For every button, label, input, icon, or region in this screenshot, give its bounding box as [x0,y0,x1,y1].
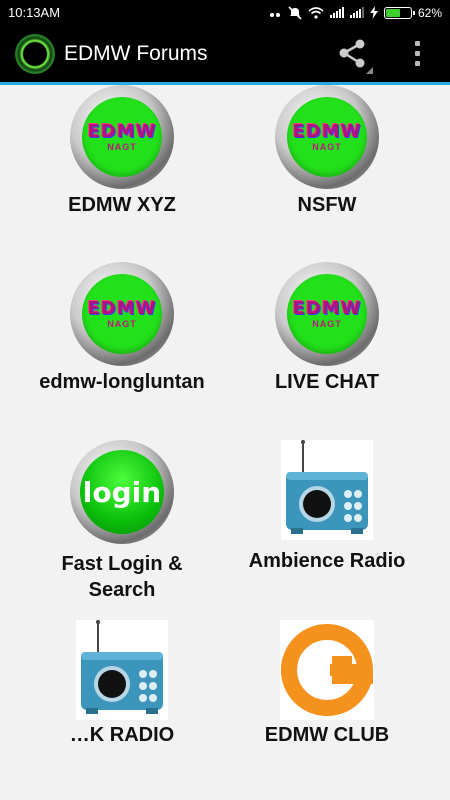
tile-edmw-xyz[interactable]: EDMW NAGT EDMW XYZ [17,85,227,218]
power-ring-icon [280,620,374,720]
tile-edmw-club[interactable]: EDMW CLUB [222,620,432,748]
badge-edmw-text: EDMW [87,298,157,319]
tile-edmw-longluntan[interactable]: EDMW NAGT edmw-longluntan [17,262,227,395]
login-badge-text: login [82,475,162,509]
badge-nagt-text: NAGT [107,319,137,329]
login-face: login [80,450,164,534]
notification-dots-icon [269,6,282,20]
signal-1-icon [329,7,344,18]
tile-nsfw[interactable]: EDMW NAGT NSFW [222,85,432,218]
badge-face: EDMW NAGT [287,97,367,177]
login-icon: login [70,440,174,544]
battery-icon [383,6,415,19]
tile-label: edmw-longluntan [39,371,205,393]
share-icon [339,39,373,74]
menu-dot [414,51,420,56]
badge-nagt-text: NAGT [312,142,342,152]
radio-icon [281,440,373,540]
edmw-badge-icon: EDMW NAGT [70,85,174,189]
tile-ambience-radio[interactable]: Ambience Radio [222,440,432,574]
status-bar: 10:13AM 62% [0,0,450,25]
tile-label: …K RADIO [69,724,175,746]
app-bar: EDMW Forums [0,25,450,85]
app-title: EDMW Forums [64,41,208,65]
badge-edmw-text: EDMW [292,121,362,142]
mute-icon [288,5,302,20]
edmw-badge-icon: EDMW NAGT [70,262,174,366]
overflow-menu-button[interactable] [410,39,424,69]
status-time: 10:13AM [8,5,61,20]
menu-dot [414,41,420,46]
tile-live-chat[interactable]: EDMW NAGT LIVE CHAT [222,262,432,395]
badge-face: EDMW NAGT [82,274,162,354]
edmw-badge-icon: EDMW NAGT [275,85,379,189]
badge-edmw-text: EDMW [87,121,157,142]
tile-fast-login[interactable]: login Fast Login & Search [17,440,227,603]
battery-percent: 62% [417,5,442,20]
share-button[interactable] [336,37,373,74]
radio-icon [76,620,168,720]
tile-label: Fast Login & Search [61,553,183,601]
battery-level [385,8,401,17]
tile-label: EDMW CLUB [264,724,390,746]
tile-label: Ambience Radio [248,550,406,572]
signal-2-icon [349,7,364,18]
tile-radio[interactable]: …K RADIO [17,620,227,748]
tile-label: NSFW [297,194,357,216]
badge-nagt-text: NAGT [107,142,137,152]
badge-face: EDMW NAGT [82,97,162,177]
badge-face: EDMW NAGT [287,274,367,354]
status-icons: 62% [269,5,442,20]
edmw-badge-icon: EDMW NAGT [275,262,379,366]
badge-edmw-text: EDMW [292,298,362,319]
badge-nagt-text: NAGT [312,319,342,329]
menu-dot [414,61,420,66]
tile-label: EDMW XYZ [68,194,176,216]
forum-grid: EDMW NAGT EDMW XYZ EDMW NAGT NSFW EDMW N… [0,85,450,800]
charging-icon [369,6,378,19]
tile-label: LIVE CHAT [274,371,380,393]
app-logo-icon[interactable] [15,33,55,74]
wifi-icon [308,6,324,19]
